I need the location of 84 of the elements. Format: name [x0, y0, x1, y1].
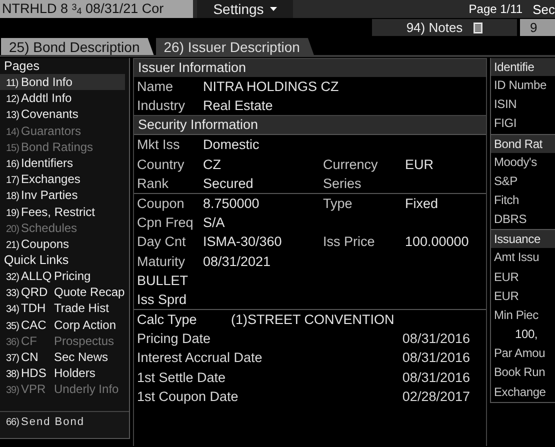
field-label: Par Amou — [493, 345, 546, 362]
field-value: EUR — [405, 156, 435, 174]
toolbar-button[interactable]: 9 — [520, 19, 555, 36]
field-label: Currency — [323, 156, 379, 174]
notes-button[interactable]: 94) Notes — [372, 19, 517, 36]
top-right-label: Sec — [532, 2, 555, 16]
field-value: ISMA-30/360 — [203, 233, 283, 252]
tab[interactable]: 25) Bond Description — [1, 38, 154, 55]
field-label: Iss Sprd — [137, 290, 188, 309]
field-value: CZ — [203, 156, 222, 174]
field-label: Iss Price — [323, 233, 376, 252]
page-indicator: Page 1/11 — [468, 2, 523, 16]
field-value: 100.00000 — [405, 233, 470, 252]
sidebar-item[interactable]: 11) Bond Info — [0, 74, 125, 90]
sidebar-heading: Quick Links — [3, 252, 70, 268]
field-value: Secured — [203, 174, 254, 193]
sidebar-item[interactable]: 19) Fees, Restrict — [0, 204, 125, 220]
field-label: 1st Settle Date — [137, 368, 226, 387]
sidebar-item[interactable]: 16) Identifiers — [0, 154, 125, 172]
field-value: 08/31/2016 — [402, 368, 470, 387]
caret-icon — [270, 7, 277, 11]
field-label: Moody's — [493, 154, 538, 171]
field-label: Cpn Freq — [137, 214, 194, 232]
field-label: 100, — [514, 326, 539, 344]
field-label: FIGI — [493, 115, 518, 132]
section-header: Identifie — [491, 58, 555, 76]
sidebar-item[interactable]: 12) Addtl Info — [0, 90, 125, 106]
field-value: Fixed — [405, 194, 440, 213]
document-icon — [472, 22, 483, 34]
field-label: S&P — [493, 172, 518, 190]
section-header: Issuance — [491, 230, 555, 248]
settings-menu-button[interactable]: Settings — [197, 0, 293, 18]
field-label: Calc Type — [137, 311, 198, 330]
field-label: Pricing Date — [137, 330, 211, 348]
field-value: (1)STREET CONVENTION — [231, 311, 396, 330]
field-label: Interest Accrual Date — [137, 349, 262, 368]
field-value: Real Estate — [203, 97, 274, 116]
field-value: 08/31/2016 — [402, 330, 470, 348]
field-label: Country — [137, 156, 186, 174]
field-label: Book Run — [493, 364, 546, 382]
field-value: NITRA HOLDINGS CZ — [203, 78, 340, 96]
field-label: Series — [323, 174, 362, 193]
sidebar-item[interactable]: 18) Inv Parties — [0, 187, 125, 204]
field-label: Coupon — [137, 194, 186, 213]
field-label: Rank — [137, 174, 170, 193]
field-label: Fitch — [493, 192, 520, 209]
field-label: Amt Issu — [493, 249, 540, 266]
sidebar-heading: Pages — [3, 58, 40, 74]
field-label: Industry — [137, 97, 186, 116]
field-label: Type — [323, 194, 354, 213]
send-bond-button[interactable]: 66) Send Bond — [0, 411, 129, 438]
quick-link[interactable]: 35) CAC Corp Action — [0, 316, 125, 333]
field-label: Exchange — [493, 384, 547, 401]
field-value: 08/31/2016 — [402, 349, 470, 368]
field-value: S/A — [203, 214, 226, 232]
field-value: Domestic — [203, 136, 260, 154]
field-label: EUR — [493, 268, 520, 286]
quick-link[interactable]: 38) HDS Holders — [0, 365, 125, 382]
field-value: 8.750000 — [203, 194, 260, 213]
field-label: Min Piec — [493, 306, 540, 324]
field-value: 08/31/2021 — [203, 252, 272, 270]
field-label: ID Numbe — [493, 77, 548, 94]
field-label: Name — [137, 78, 174, 96]
field-label: Day Cnt — [137, 233, 187, 252]
field-label: EUR — [493, 288, 520, 305]
field-label: Maturity — [137, 252, 186, 271]
field-label: DBRS — [493, 211, 528, 228]
quick-link[interactable]: 33) QRD Quote Recap — [0, 284, 125, 300]
section-header: Bond Rat — [491, 134, 555, 153]
sidebar-item[interactable]: 17) Exchanges — [0, 171, 125, 188]
section-header: Security Information — [134, 116, 486, 134]
field-label: Mkt Iss — [137, 136, 181, 154]
section-header: Issuer Information — [134, 59, 486, 77]
security-ticker-field[interactable]: NTRHLD 8 $^{3}$$_{4}$ 08/31/21 Cor — [0, 0, 193, 18]
tab[interactable]: 26) Issuer Description — [156, 38, 314, 55]
sidebar-item[interactable]: 13) Covenants — [0, 106, 125, 123]
field-label: 1st Coupon Date — [137, 388, 238, 406]
sidebar-item[interactable]: 21) Coupons — [0, 236, 125, 252]
quick-link[interactable]: 34) TDH Trade Hist — [0, 300, 125, 317]
field-label: BULLET — [137, 272, 190, 290]
quick-link[interactable]: 37) CN Sec News — [0, 349, 125, 366]
field-value: 02/28/2017 — [402, 388, 470, 406]
quick-link[interactable]: 32) ALLQ Pricing — [0, 268, 125, 284]
field-label: ISIN — [493, 96, 518, 114]
